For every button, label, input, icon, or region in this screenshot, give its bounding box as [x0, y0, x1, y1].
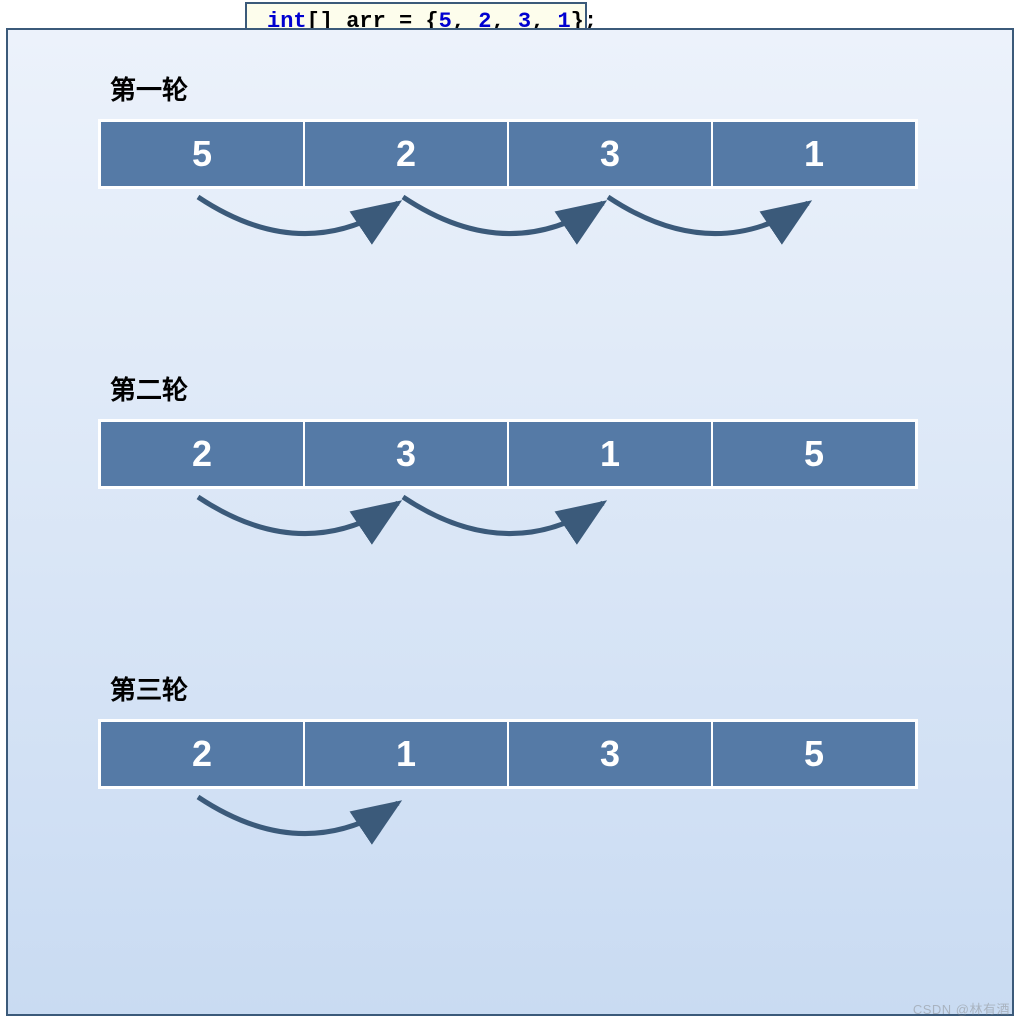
- swap-arrow-icon: [403, 197, 603, 234]
- round-1: 第一轮 5 2 3 1: [98, 70, 928, 279]
- round-1-cell-1: 2: [305, 122, 509, 186]
- round-3-cell-1: 1: [305, 722, 509, 786]
- round-2-cell-0: 2: [101, 422, 305, 486]
- round-1-array: 5 2 3 1: [98, 119, 918, 189]
- round-2-label: 第二轮: [110, 370, 928, 407]
- swap-arrow-icon: [198, 197, 398, 234]
- round-2-arrows: [98, 489, 918, 579]
- round-2-cell-1: 3: [305, 422, 509, 486]
- round-3-array: 2 1 3 5: [98, 719, 918, 789]
- round-1-arrows: [98, 189, 918, 279]
- round-3-cell-2: 3: [509, 722, 713, 786]
- round-1-label: 第一轮: [110, 70, 928, 107]
- round-1-cell-2: 3: [509, 122, 713, 186]
- round-3-cell-3: 5: [713, 722, 915, 786]
- round-2-cell-2: 1: [509, 422, 713, 486]
- round-2-cell-3: 5: [713, 422, 915, 486]
- round-3: 第三轮 2 1 3 5: [98, 670, 928, 879]
- swap-arrow-icon: [198, 497, 398, 534]
- round-2-array: 2 3 1 5: [98, 419, 918, 489]
- round-2: 第二轮 2 3 1 5: [98, 370, 928, 579]
- round-3-label: 第三轮: [110, 670, 928, 707]
- round-1-cell-3: 1: [713, 122, 915, 186]
- swap-arrow-icon: [198, 797, 398, 834]
- round-3-arrows: [98, 789, 918, 879]
- swap-arrow-icon: [403, 497, 603, 534]
- swap-arrow-icon: [608, 197, 808, 234]
- round-3-cell-0: 2: [101, 722, 305, 786]
- diagram-panel: 第一轮 5 2 3 1 第二轮 2 3 1 5: [6, 28, 1014, 1016]
- watermark: CSDN @林有酒: [913, 999, 1010, 1018]
- round-1-cell-0: 5: [101, 122, 305, 186]
